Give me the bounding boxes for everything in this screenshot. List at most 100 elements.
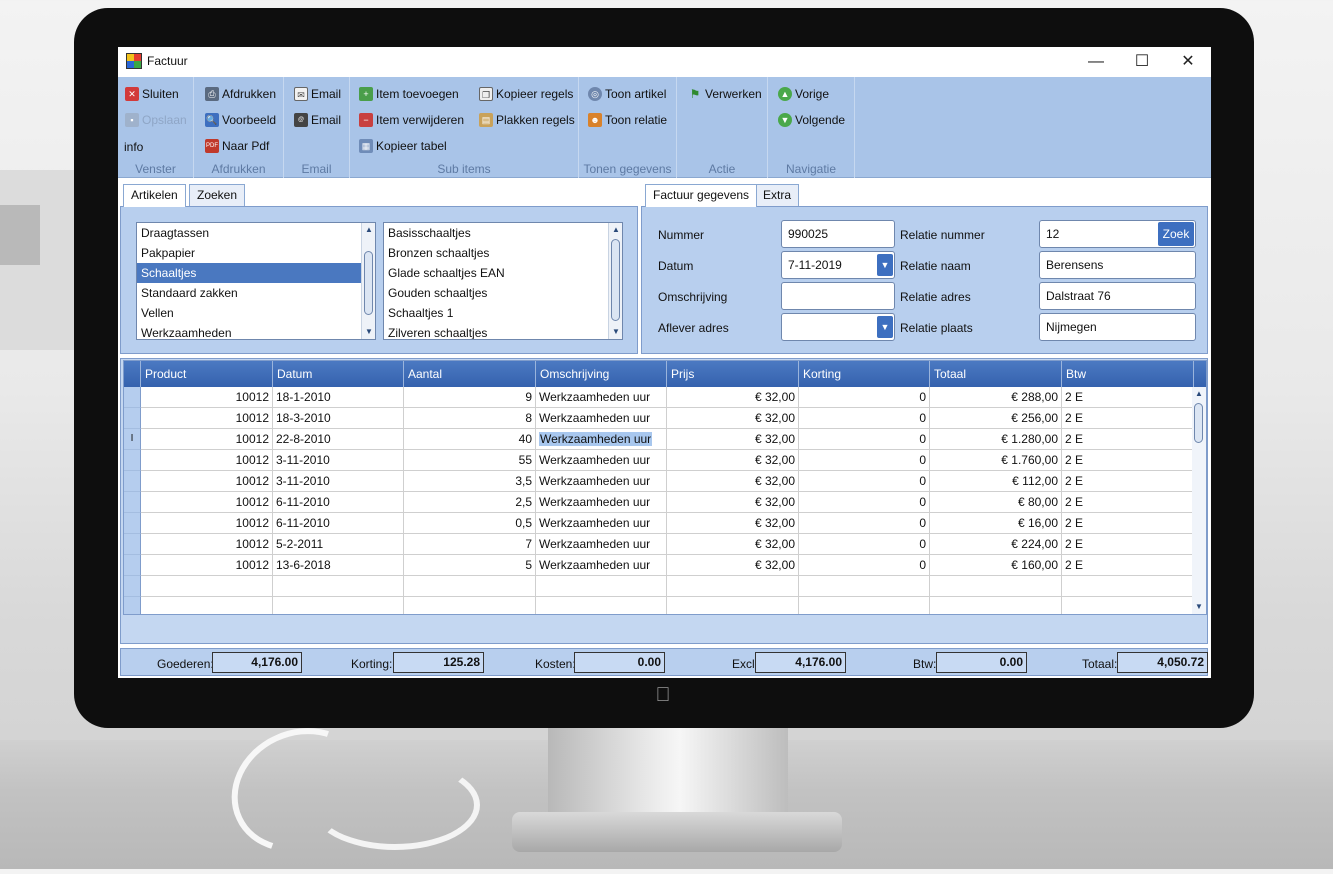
column-header-totaal[interactable]: Totaal (930, 361, 1062, 387)
tab-factuur-gegevens[interactable]: Factuur gegevens (645, 184, 758, 207)
maximize-button[interactable]: ☐ (1119, 47, 1165, 77)
table-cell[interactable]: 9 (404, 387, 536, 408)
table-row[interactable] (124, 597, 1194, 614)
table-cell[interactable]: 2 E (1062, 450, 1194, 471)
chevron-down-icon[interactable]: ▼ (877, 316, 893, 338)
table-cell[interactable]: € 224,00 (930, 534, 1062, 555)
table-cell[interactable]: 2 E (1062, 492, 1194, 513)
table-row[interactable] (124, 576, 1194, 597)
category-list[interactable]: Draagtassen Pakpapier Schaaltjes Standaard … (136, 222, 376, 340)
table-cell[interactable]: 3-11-2010 (273, 471, 404, 492)
table-cell[interactable] (273, 597, 404, 614)
afdrukken-button[interactable]: ⎙ Afdrukken (204, 84, 276, 104)
row-header[interactable] (124, 513, 141, 534)
category-list-item[interactable]: Vellen (137, 303, 375, 323)
table-cell[interactable]: 8 (404, 408, 536, 429)
table-cell[interactable] (404, 576, 536, 597)
close-button[interactable]: ✕ (1165, 47, 1211, 77)
table-row[interactable]: 10012 3-11-2010 55 Werkzaamheden uur € 32,00… (124, 450, 1194, 471)
table-cell[interactable]: € 1.760,00 (930, 450, 1062, 471)
table-cell[interactable]: 10012 (141, 429, 273, 450)
naar-pdf-button[interactable]: PDF Naar Pdf (204, 136, 269, 156)
category-list-item[interactable]: Standaard zakken (137, 283, 375, 303)
table-cell[interactable]: Werkzaamheden uur (536, 387, 667, 408)
row-header[interactable] (124, 576, 141, 597)
table-cell[interactable]: € 32,00 (667, 555, 799, 576)
column-header-omschrijving[interactable]: Omschrijving (536, 361, 667, 387)
email-button[interactable]: ✉ Email (293, 84, 341, 104)
row-header[interactable] (124, 408, 141, 429)
table-cell[interactable] (536, 576, 667, 597)
row-header-editing-icon[interactable]: I (124, 429, 141, 450)
category-list-item[interactable]: Werkzaamheden (137, 323, 375, 339)
table-cell[interactable]: 0 (799, 471, 930, 492)
table-cell[interactable]: 6-11-2010 (273, 492, 404, 513)
toon-artikel-button[interactable]: ◎ Toon artikel (587, 84, 666, 104)
table-cell[interactable]: € 32,00 (667, 387, 799, 408)
table-cell[interactable]: € 32,00 (667, 471, 799, 492)
table-cell[interactable]: 10012 (141, 555, 273, 576)
table-cell[interactable]: € 288,00 (930, 387, 1062, 408)
scroll-up-icon[interactable]: ▲ (609, 223, 622, 237)
product-list-item[interactable]: Schaaltjes 1 (384, 303, 622, 323)
table-cell[interactable] (799, 576, 930, 597)
table-cell[interactable]: 55 (404, 450, 536, 471)
row-header[interactable] (124, 597, 141, 614)
table-cell[interactable]: 2 E (1062, 555, 1194, 576)
table-cell[interactable]: € 32,00 (667, 534, 799, 555)
table-cell[interactable]: 22-8-2010 (273, 429, 404, 450)
table-cell[interactable]: 2 E (1062, 534, 1194, 555)
info-button[interactable]: info (118, 137, 143, 157)
voorbeeld-button[interactable]: 🔍 Voorbeeld (204, 110, 276, 130)
table-cell[interactable]: € 160,00 (930, 555, 1062, 576)
table-cell[interactable]: Werkzaamheden uur (536, 492, 667, 513)
table-cell[interactable]: 2 E (1062, 387, 1194, 408)
toon-relatie-button[interactable]: ☻ Toon relatie (587, 110, 667, 130)
table-cell[interactable]: 2 E (1062, 429, 1194, 450)
item-verwijderen-button[interactable]: − Item verwijderen (358, 110, 464, 130)
table-row[interactable]: 10012 18-1-2010 9 Werkzaamheden uur € 32,00 0… (124, 387, 1194, 408)
table-cell[interactable] (141, 576, 273, 597)
table-cell[interactable]: Werkzaamheden uur (536, 471, 667, 492)
table-cell[interactable]: 2 E (1062, 513, 1194, 534)
category-list-item[interactable]: Schaaltjes (137, 263, 375, 283)
table-cell[interactable]: 10012 (141, 450, 273, 471)
table-cell[interactable]: 0 (799, 555, 930, 576)
grid-scrollbar[interactable]: ▲ ▼ (1192, 387, 1206, 614)
table-cell[interactable] (1062, 576, 1194, 597)
tab-zoeken[interactable]: Zoeken (189, 184, 246, 206)
kopieer-regels-button[interactable]: ❐ Kopieer regels (478, 84, 573, 104)
table-cell[interactable]: € 112,00 (930, 471, 1062, 492)
sluiten-button[interactable]: ✕ Sluiten (124, 84, 179, 104)
table-cell[interactable]: 3-11-2010 (273, 450, 404, 471)
table-cell[interactable]: 0,5 (404, 513, 536, 534)
scroll-thumb[interactable] (611, 239, 620, 321)
table-cell[interactable] (141, 597, 273, 614)
table-row[interactable]: 10012 6-11-2010 2,5 Werkzaamheden uur € 32,0… (124, 492, 1194, 513)
table-cell[interactable]: € 32,00 (667, 429, 799, 450)
table-cell[interactable]: Werkzaamheden uur (536, 450, 667, 471)
table-cell[interactable] (667, 576, 799, 597)
table-cell[interactable]: 10012 (141, 387, 273, 408)
scroll-thumb[interactable] (364, 251, 373, 315)
plakken-regels-button[interactable]: ▤ Plakken regels (478, 110, 575, 130)
opslaan-button[interactable]: ▪ Opslaan (124, 110, 187, 130)
invoice-lines-grid[interactable]: Product Datum Aantal Omschrijving Prijs Korti… (123, 360, 1207, 615)
row-header[interactable] (124, 387, 141, 408)
table-cell[interactable]: Werkzaamheden uur (536, 429, 667, 450)
table-cell[interactable]: 2 E (1062, 471, 1194, 492)
nummer-field[interactable]: 990025 (781, 220, 895, 248)
product-list-item[interactable]: Zilveren schaaltjes (384, 323, 622, 339)
kopieer-tabel-button[interactable]: ▦ Kopieer tabel (358, 136, 447, 156)
chevron-down-icon[interactable]: ▼ (877, 254, 893, 276)
table-cell[interactable]: € 32,00 (667, 513, 799, 534)
email-attachment-button[interactable]: @ Email (293, 110, 341, 130)
column-header-prijs[interactable]: Prijs (667, 361, 799, 387)
category-list-item[interactable]: Draagtassen (137, 223, 375, 243)
minimize-button[interactable]: — (1073, 47, 1119, 77)
table-cell[interactable]: 7 (404, 534, 536, 555)
table-cell[interactable] (1062, 597, 1194, 614)
table-cell[interactable]: 10012 (141, 471, 273, 492)
table-cell[interactable] (536, 597, 667, 614)
datum-picker[interactable]: 7-11-2019 ▼ (781, 251, 895, 279)
